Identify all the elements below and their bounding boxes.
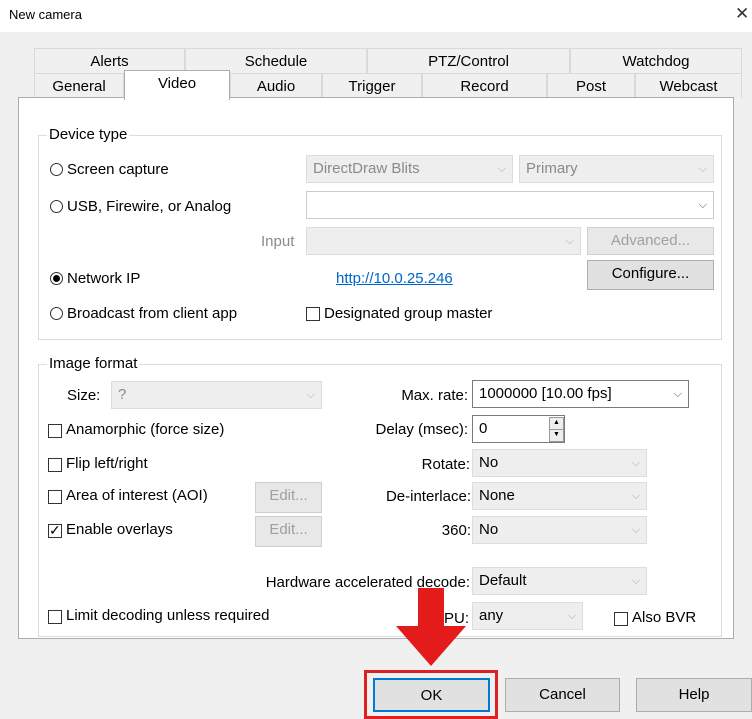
- overlays-checkbox[interactable]: [48, 522, 62, 539]
- tab-video[interactable]: Video: [124, 70, 230, 100]
- ip-address-link[interactable]: http://10.0.25.246: [336, 270, 453, 287]
- broadcast-radio[interactable]: [50, 307, 63, 320]
- size-select[interactable]: ? ⌵: [111, 381, 322, 409]
- deinterlace-label: De-interlace:: [385, 488, 471, 505]
- chevron-down-icon: ⌵: [306, 389, 315, 401]
- size-value: ?: [118, 386, 127, 403]
- aoi-label: Area of interest (AOI): [66, 487, 208, 504]
- hw-decode-value: Default: [479, 572, 527, 589]
- gpu-value: any: [479, 607, 504, 624]
- limit-decoding-checkbox[interactable]: [48, 610, 62, 624]
- select-360[interactable]: No ⌵: [472, 516, 647, 544]
- tab-audio[interactable]: Audio: [230, 73, 322, 98]
- also-bvr-label: Also BVR: [632, 609, 697, 626]
- delay-value: 0: [479, 420, 488, 437]
- chevron-down-icon: ⌵: [631, 490, 640, 502]
- capture-method-select[interactable]: DirectDraw Blits ⌵: [306, 155, 513, 183]
- max-rate-select[interactable]: 1000000 [10.00 fps] ⌵: [472, 380, 689, 408]
- group-master-label: Designated group master: [324, 305, 493, 322]
- tab-record[interactable]: Record: [422, 73, 547, 98]
- cancel-button[interactable]: Cancel: [505, 678, 620, 712]
- input-label: Input: [261, 233, 295, 250]
- deinterlace-select[interactable]: None ⌵: [472, 482, 647, 510]
- overlays-label: Enable overlays: [66, 521, 173, 538]
- flip-checkbox[interactable]: [48, 458, 62, 472]
- chevron-down-icon: ⌵: [673, 388, 682, 400]
- aoi-edit-button[interactable]: Edit...: [255, 482, 322, 513]
- advanced-button[interactable]: Advanced...: [587, 227, 714, 255]
- title-bar: New camera ✕: [0, 0, 752, 32]
- chevron-down-icon: ⌵: [565, 235, 574, 247]
- chevron-down-icon: ⌵: [631, 524, 640, 536]
- capture-display-select[interactable]: Primary ⌵: [519, 155, 714, 183]
- broadcast-label: Broadcast from client app: [67, 305, 238, 322]
- label-360: 360:: [441, 522, 471, 539]
- tab-ptz-control[interactable]: PTZ/Control: [367, 48, 570, 73]
- size-label: Size:: [67, 387, 101, 404]
- rotate-value: No: [479, 454, 499, 471]
- spin-down-icon[interactable]: ▼: [549, 429, 564, 442]
- chevron-down-icon: ⌵: [567, 610, 576, 622]
- deinterlace-value: None: [479, 487, 515, 504]
- usb-analog-radio[interactable]: [50, 200, 63, 213]
- also-bvr-checkbox[interactable]: [614, 612, 628, 626]
- configure-button[interactable]: Configure...: [587, 260, 714, 290]
- hw-decode-select[interactable]: Default ⌵: [472, 567, 647, 595]
- network-ip-label: Network IP: [67, 270, 141, 287]
- help-button[interactable]: Help: [636, 678, 752, 712]
- capture-method-value: DirectDraw Blits: [313, 160, 420, 177]
- ok-button[interactable]: OK: [373, 678, 490, 712]
- max-rate-value: 1000000 [10.00 fps]: [479, 385, 612, 402]
- tab-general[interactable]: General: [34, 73, 124, 98]
- flip-label: Flip left/right: [66, 455, 148, 472]
- value-360: No: [479, 521, 499, 538]
- max-rate-label: Max. rate:: [401, 387, 468, 404]
- anamorphic-label: Anamorphic (force size): [66, 421, 225, 438]
- chevron-down-icon: ⌵: [631, 457, 640, 469]
- delay-label: Delay (msec):: [375, 421, 468, 438]
- rotate-select[interactable]: No ⌵: [472, 449, 647, 477]
- rotate-label: Rotate:: [421, 456, 470, 473]
- tab-trigger[interactable]: Trigger: [322, 73, 422, 98]
- chevron-down-icon: ⌵: [698, 163, 707, 175]
- chevron-down-icon: ⌵: [698, 199, 707, 211]
- device-type-legend: Device type: [47, 126, 130, 143]
- limit-decoding-label: Limit decoding unless required: [66, 607, 270, 624]
- window-title: New camera: [9, 7, 82, 22]
- network-ip-radio[interactable]: [50, 272, 63, 285]
- chevron-down-icon: ⌵: [631, 575, 640, 587]
- image-format-legend: Image format: [47, 355, 140, 372]
- tab-post[interactable]: Post: [547, 73, 635, 98]
- input-select[interactable]: ⌵: [306, 227, 581, 255]
- gpu-select[interactable]: any ⌵: [472, 602, 583, 630]
- tab-webcast[interactable]: Webcast: [635, 73, 742, 98]
- usb-device-select[interactable]: ⌵: [306, 191, 714, 219]
- capture-display-value: Primary: [526, 160, 578, 177]
- screen-capture-radio[interactable]: [50, 163, 63, 176]
- close-icon[interactable]: ✕: [735, 4, 749, 24]
- annotation-arrow-icon: [396, 588, 466, 666]
- chevron-down-icon: ⌵: [497, 163, 506, 175]
- usb-analog-label: USB, Firewire, or Analog: [67, 198, 232, 215]
- aoi-checkbox[interactable]: [48, 490, 62, 504]
- group-master-checkbox[interactable]: [306, 307, 320, 321]
- anamorphic-checkbox[interactable]: [48, 424, 62, 438]
- tab-watchdog[interactable]: Watchdog: [570, 48, 742, 73]
- overlays-edit-button[interactable]: Edit...: [255, 516, 322, 547]
- screen-capture-label: Screen capture: [67, 161, 169, 178]
